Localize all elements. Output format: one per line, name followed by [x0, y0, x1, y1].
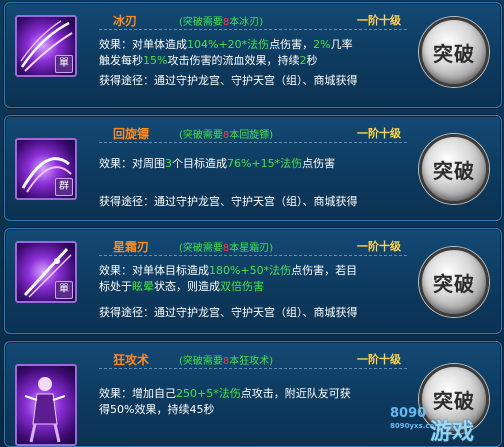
ice-blade-skill-icon: 單 — [15, 15, 77, 77]
effect-text-run: 250+5*法伤 — [176, 387, 241, 400]
effect-text-run: 点伤害，若目 — [291, 264, 358, 277]
breakthrough-requirement: (突破需要8本冰刃) — [179, 17, 264, 28]
skill-name: 冰刃 — [113, 14, 138, 28]
skill-rank: 一阶十级 — [357, 14, 401, 27]
skill-title-bar: 狂攻术 (突破需要8本狂攻术) 一阶十级 — [99, 350, 407, 369]
obtain-method: 获得途径：通过守护龙宫、守护天宫（组）、商城获得 — [99, 195, 358, 208]
obtain-method: 获得途径：通过守护龙宫、守护天宫（组）、商城获得 — [99, 306, 358, 319]
effect-text-run: 秒 — [306, 54, 318, 67]
effect-text-run: 几率 — [330, 38, 353, 51]
skill-title-bar: 星霜刃 (突破需要8本星霜刃) 一阶十级 — [99, 237, 407, 256]
skill-panel: 單 冰刃 (突破需要8本冰刃) 一阶十级 效果：对单体造成104%+20*法伤点… — [0, 0, 504, 447]
target-tag: 單 — [55, 281, 73, 299]
skill-rank: 一阶十级 — [357, 240, 401, 253]
skill-card-2: 群 回旋镖 (突破需要8本回旋镖) 一阶十级 效果：对周围3个目标造成76%+1… — [4, 115, 502, 221]
effect-text-run: 眩晕 — [132, 280, 154, 293]
breakthrough-button[interactable]: 突破 — [419, 134, 489, 204]
effect-text-run: 攻击伤害的流血效果，持续 — [167, 54, 300, 67]
breakthrough-requirement: (突破需要8本狂攻术) — [179, 356, 274, 367]
skill-name: 回旋镖 — [113, 127, 150, 141]
site-watermark-logo: 8090 8090yxs.com 游戏 — [390, 406, 475, 445]
effect-text-run: 得50%效果，持续45秒 — [99, 403, 215, 416]
skill-name: 星霜刃 — [113, 240, 150, 254]
effect-line-2: 标处于眩晕状态，则造成双倍伤害 — [99, 279, 264, 295]
effect-text-run: 3 — [165, 157, 172, 170]
effect-text-run: 15% — [143, 54, 168, 67]
effect-line-2: 得50%效果，持续45秒 — [99, 402, 214, 418]
obtain-method: 获得途径：通过守护龙宫、守护天宫（组）、商城获得 — [99, 74, 358, 87]
effect-text-run: 效果：增加自己 — [99, 387, 176, 400]
effect-text-run: 触发每秒 — [99, 54, 143, 67]
effect-text-run: 2% — [313, 38, 331, 51]
effect-text-run: 标处于 — [99, 280, 132, 293]
effect-line-1: 效果：增加自己250+5*法伤点攻击，附近队友可获 — [99, 386, 351, 402]
effect-text-run: 点攻击，附近队友可获 — [240, 387, 351, 400]
skill-title-bar: 冰刃 (突破需要8本冰刃) 一阶十级 — [99, 11, 407, 30]
breakthrough-requirement: (突破需要8本回旋镖) — [179, 130, 274, 141]
effect-line-1: 效果：对周围3个目标造成76%+15*法伤点伤害 — [99, 156, 335, 172]
breakthrough-button[interactable]: 突破 — [419, 247, 489, 317]
effect-text-run: 效果：对单体造成 — [99, 38, 187, 51]
effect-line-1: 效果：对单体造成104%+20*法伤点伤害，2%几率 — [99, 37, 353, 53]
effect-text-run: 点伤害， — [269, 38, 314, 51]
skill-name: 狂攻术 — [113, 353, 150, 367]
boomerang-skill-icon: 群 — [15, 138, 77, 200]
effect-text-run: 个目标造成 — [172, 157, 227, 170]
target-tag: 群 — [55, 178, 73, 196]
skill-title-bar: 回旋镖 (突破需要8本回旋镖) 一阶十级 — [99, 124, 407, 143]
effect-text-run: 点伤害 — [302, 157, 336, 170]
effect-line-2: 触发每秒15%攻击伤害的流血效果，持续2秒 — [99, 53, 317, 69]
breakthrough-button[interactable]: 突破 — [419, 17, 489, 87]
frenzy-attack-skill-icon — [15, 364, 77, 446]
effect-text-run: 76%+15*法伤 — [227, 157, 303, 170]
skill-card-3: 單 星霜刃 (突破需要8本星霜刃) 一阶十级 效果：对单体目标造成180%+50… — [4, 228, 502, 334]
effect-text-run: 104%+20*法伤 — [187, 38, 270, 51]
breakthrough-requirement: (突破需要8本星霜刃) — [179, 243, 274, 254]
effect-line-1: 效果：对单体目标造成180%+50*法伤点伤害，若目 — [99, 263, 357, 279]
effect-text-run: 效果：对单体目标造成 — [99, 264, 209, 277]
target-tag: 單 — [55, 55, 73, 73]
skill-rank: 一阶十级 — [357, 353, 401, 366]
effect-text-run: 状态，则造成 — [154, 280, 220, 293]
effect-text-run: 效果：对周围 — [99, 157, 165, 170]
effect-text-run: 180%+50*法伤 — [209, 264, 292, 277]
star-frost-blade-skill-icon: 單 — [15, 241, 77, 303]
skill-card-1: 單 冰刃 (突破需要8本冰刃) 一阶十级 效果：对单体造成104%+20*法伤点… — [4, 2, 502, 108]
skill-rank: 一阶十级 — [357, 127, 401, 140]
effect-text-run: 双倍伤害 — [220, 280, 264, 293]
